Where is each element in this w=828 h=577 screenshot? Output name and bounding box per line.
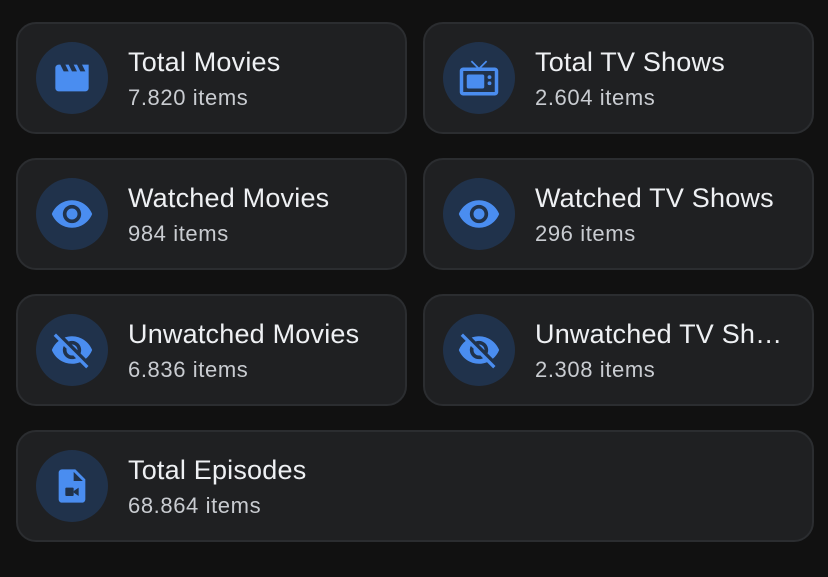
card-count: 984 items xyxy=(128,221,229,246)
card-watched-movies[interactable]: Watched Movies 984 items xyxy=(16,158,407,270)
eye-icon xyxy=(443,178,515,250)
eye-off-icon xyxy=(443,314,515,386)
card-title: Watched TV Shows xyxy=(535,183,774,213)
eye-icon xyxy=(36,178,108,250)
card-total-episodes[interactable]: Total Episodes 68.864 items xyxy=(16,430,814,542)
card-unwatched-movies[interactable]: Unwatched Movies 6.836 items xyxy=(16,294,407,406)
video-file-icon xyxy=(36,450,108,522)
card-count: 2.604 items xyxy=(535,85,656,110)
card-count: 2.308 items xyxy=(535,357,656,382)
eye-off-icon xyxy=(36,314,108,386)
card-title: Watched Movies xyxy=(128,183,330,213)
card-count: 296 items xyxy=(535,221,636,246)
movie-clapperboard-icon xyxy=(36,42,108,114)
card-total-movies[interactable]: Total Movies 7.820 items xyxy=(16,22,407,134)
card-watched-tv-shows[interactable]: Watched TV Shows 296 items xyxy=(423,158,814,270)
card-unwatched-tv-shows[interactable]: Unwatched TV Shows 2.308 items xyxy=(423,294,814,406)
card-title: Unwatched Movies xyxy=(128,319,360,349)
tv-icon xyxy=(443,42,515,114)
card-count: 6.836 items xyxy=(128,357,249,382)
card-title: Total Movies xyxy=(128,47,281,77)
card-title: Total Episodes xyxy=(128,455,307,485)
card-total-tv-shows[interactable]: Total TV Shows 2.604 items xyxy=(423,22,814,134)
card-count: 68.864 items xyxy=(128,493,262,518)
card-title: Unwatched TV Shows xyxy=(535,319,790,349)
card-title: Total TV Shows xyxy=(535,47,725,77)
card-count: 7.820 items xyxy=(128,85,249,110)
